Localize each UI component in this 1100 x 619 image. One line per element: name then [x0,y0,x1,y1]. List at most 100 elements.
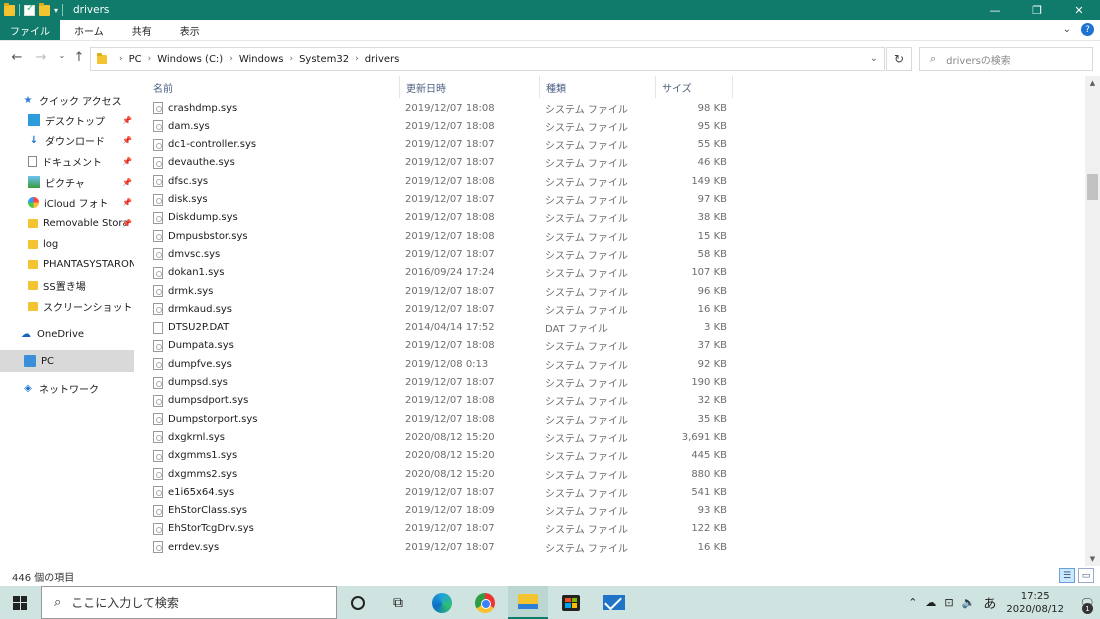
breadcrumb-chevron-icon[interactable]: › [289,54,293,64]
tab-home[interactable]: ホーム [60,20,118,40]
customize-toolbar-chevron-icon[interactable]: ▾ [54,6,58,15]
address-bar[interactable]: › PC › Windows (C:) › Windows › System32… [90,47,885,71]
expand-ribbon-chevron-icon[interactable]: ⌄ [1063,24,1071,35]
file-date: 2019/12/07 18:07 [405,194,495,205]
sidebar-item-network[interactable]: ◈ ネットワーク [0,378,134,398]
onedrive-tray-icon[interactable]: ☁ [925,596,936,609]
sidebar-item-log[interactable]: log [0,234,134,254]
help-icon[interactable]: ? [1081,23,1094,36]
table-row[interactable]: EhStorClass.sys 2019/12/07 18:09 システム ファイル… [137,502,1085,520]
close-button[interactable]: ✕ [1058,0,1100,20]
table-row[interactable]: e1i65x64.sys 2019/12/07 18:07 システム ファイル 541… [137,483,1085,501]
start-button[interactable] [0,586,40,619]
volume-icon[interactable]: 🔈 [962,596,976,609]
file-date: 2019/12/07 18:07 [405,303,495,315]
breadcrumb-chevron-icon[interactable]: › [148,54,152,64]
table-row[interactable]: dc1-controller.sys 2019/12/07 18:07 システム フ… [137,136,1085,154]
column-header-date[interactable]: 更新日時 [400,76,540,98]
breadcrumb-windows-c[interactable]: Windows (C:) [157,54,223,65]
search-input[interactable]: ⌕ driversの検索 [919,47,1093,71]
table-row[interactable]: Dmpusbstor.sys 2019/12/07 18:08 システム ファイル 1… [137,227,1085,245]
breadcrumb-drivers[interactable]: drivers [365,54,400,65]
column-header-type[interactable]: 種類 [540,76,656,98]
table-row[interactable]: DTSU2P.DAT 2014/04/14 17:52 DAT ファイル 3 KB [137,319,1085,337]
taskbar-search-input[interactable]: ⌕ ここに入力して検索 [41,586,337,619]
taskbar-chrome[interactable] [465,586,505,619]
taskbar-store[interactable] [551,586,591,619]
vertical-scrollbar[interactable]: ▲ ▼ [1085,76,1100,566]
table-row[interactable]: EhStorTcgDrv.sys 2019/12/07 18:07 システム ファイ… [137,520,1085,538]
table-row[interactable]: dam.sys 2019/12/07 18:08 システム ファイル 95 KB [137,117,1085,135]
file-type: システム ファイル [545,269,628,281]
sidebar-item-pc[interactable]: PC [0,350,134,372]
show-hidden-icons-chevron-icon[interactable]: ⌃ [908,596,917,609]
table-row[interactable]: dmvsc.sys 2019/12/07 18:07 システム ファイル 58 KB [137,245,1085,263]
table-row[interactable]: dumpsdport.sys 2019/12/07 18:08 システム ファイル 3… [137,392,1085,410]
sidebar-item-icloud-photos[interactable]: iCloud フォト 📌 [0,192,134,212]
back-arrow-icon[interactable]: ← [6,50,28,65]
sidebar-item-label: OneDrive [37,328,85,340]
breadcrumb-chevron-icon[interactable]: › [355,54,359,64]
up-arrow-icon[interactable]: ↑ [68,50,90,65]
table-row[interactable]: Diskdump.sys 2019/12/07 18:08 システム ファイル 38 … [137,209,1085,227]
action-center-button[interactable]: 🗨 1 [1074,586,1100,619]
cortana-button[interactable] [338,586,378,619]
task-view-button[interactable]: ⧉ [378,586,418,619]
table-row[interactable]: dxgmms2.sys 2020/08/12 15:20 システム ファイル 880 … [137,465,1085,483]
forward-arrow-icon[interactable]: → [30,50,52,65]
file-type: DAT ファイル [545,324,608,336]
table-row[interactable]: dumpsd.sys 2019/12/07 18:07 システム ファイル 190 K… [137,374,1085,392]
sidebar-item-desktop[interactable]: デスクトップ 📌 [0,110,134,130]
breadcrumb-chevron-icon[interactable]: › [229,54,233,64]
table-row[interactable]: dumpfve.sys 2019/12/08 0:13 システム ファイル 92 KB [137,355,1085,373]
restore-button[interactable]: ❐ [1016,0,1058,20]
breadcrumb-windows[interactable]: Windows [239,54,284,65]
taskbar-file-explorer[interactable] [508,586,548,619]
taskbar-mail[interactable] [594,586,634,619]
column-header-size[interactable]: サイズ [656,76,733,98]
sidebar-item-documents[interactable]: ドキュメント 📌 [0,151,134,171]
table-row[interactable]: dxgkrnl.sys 2020/08/12 15:20 システム ファイル 3,69… [137,428,1085,446]
tab-share[interactable]: 共有 [118,20,166,40]
minimize-button[interactable]: — [974,0,1016,20]
properties-icon[interactable] [24,3,35,16]
table-row[interactable]: dokan1.sys 2016/09/24 17:24 システム ファイル 107 K… [137,264,1085,282]
table-row[interactable]: crashdmp.sys 2019/12/07 18:08 システム ファイル 98 … [137,99,1085,117]
column-header-name[interactable]: 名前 [147,76,400,98]
table-row[interactable]: dfsc.sys 2019/12/07 18:08 システム ファイル 149 KB [137,172,1085,190]
breadcrumb-pc[interactable]: PC [129,54,142,65]
large-icons-view-icon[interactable]: ▭ [1078,568,1094,583]
table-row[interactable]: dxgmms1.sys 2020/08/12 15:20 システム ファイル 445 … [137,447,1085,465]
table-row[interactable]: Dumpstorport.sys 2019/12/07 18:08 システム ファイ… [137,410,1085,428]
details-view-icon[interactable]: ☰ [1059,568,1075,583]
tab-file[interactable]: ファイル [0,20,60,40]
refresh-button[interactable]: ↻ [886,47,912,71]
sidebar-item-downloads[interactable]: ↓ ダウンロード 📌 [0,130,134,150]
table-row[interactable]: disk.sys 2019/12/07 18:07 システム ファイル 97 KB [137,191,1085,209]
sidebar-item-pictures[interactable]: ピクチャ 📌 [0,172,134,192]
file-name-cell: dmvsc.sys [153,245,220,263]
scroll-down-arrow-icon[interactable]: ▼ [1085,552,1100,566]
sidebar-item-ss-folder[interactable]: SS置き場 [0,275,134,295]
breadcrumb-system32[interactable]: System32 [299,54,349,65]
table-row[interactable]: devauthe.sys 2019/12/07 18:07 システム ファイル 46 … [137,154,1085,172]
new-folder-icon[interactable] [39,2,50,16]
breadcrumb-chevron-icon[interactable]: › [119,54,123,64]
sidebar-item-screenshots[interactable]: スクリーンショット [0,296,134,316]
table-row[interactable]: drmkaud.sys 2019/12/07 18:07 システム ファイル 16 K… [137,300,1085,318]
scrollbar-thumb[interactable] [1087,174,1098,200]
sidebar-item-removable-storage[interactable]: Removable Stora 📌 [0,213,134,233]
table-row[interactable]: Dumpata.sys 2019/12/07 18:08 システム ファイル 37 K… [137,337,1085,355]
network-tray-icon[interactable]: ⊡ [944,596,953,609]
sidebar-item-quick-access[interactable]: ★ クイック アクセス [0,90,134,110]
sidebar-item-phantasystaron[interactable]: PHANTASYSTARON [0,254,134,274]
tab-view[interactable]: 表示 [166,20,214,40]
table-row[interactable]: errdev.sys 2019/12/07 18:07 システム ファイル 16 KB [137,538,1085,556]
clock[interactable]: 17:25 2020/08/12 [1006,590,1064,616]
table-row[interactable]: drmk.sys 2019/12/07 18:07 システム ファイル 96 KB [137,282,1085,300]
ime-indicator[interactable]: あ [983,593,996,612]
taskbar-edge[interactable] [422,586,462,619]
sidebar-item-onedrive[interactable]: ☁ OneDrive [0,324,134,344]
scroll-up-arrow-icon[interactable]: ▲ [1085,76,1100,90]
address-dropdown-chevron-icon[interactable]: ⌄ [870,53,878,64]
